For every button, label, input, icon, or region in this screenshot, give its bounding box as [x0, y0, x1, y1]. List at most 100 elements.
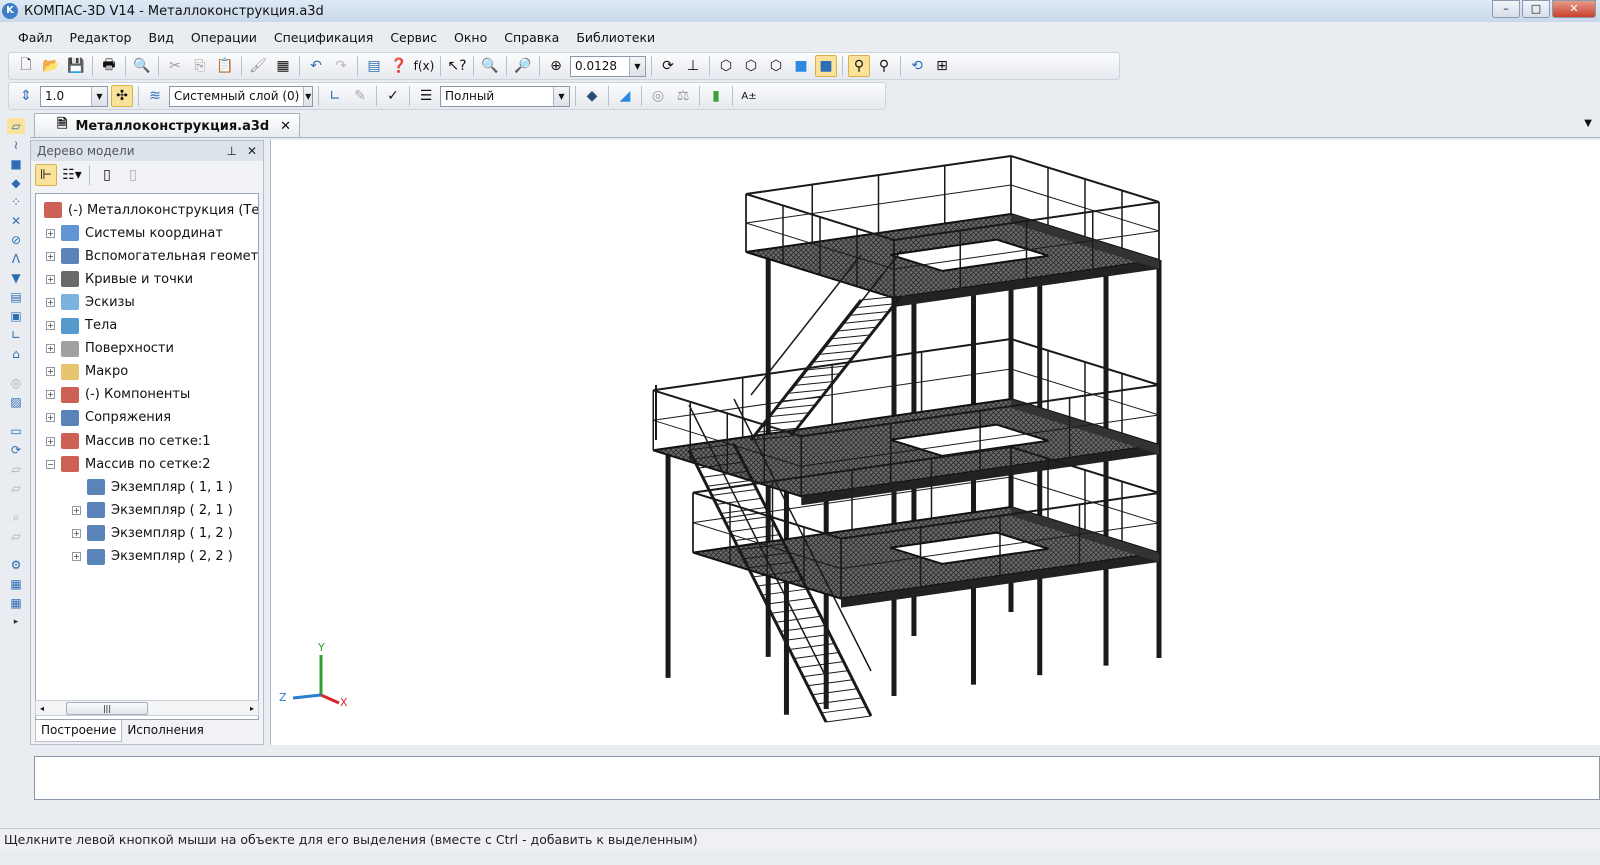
expand-toggle-icon[interactable]: +: [46, 367, 55, 377]
steel-structure-model[interactable]: Y Z X: [271, 140, 1600, 745]
expand-toggle-icon[interactable]: +: [46, 251, 55, 261]
mates-icon[interactable]: ⊘: [7, 232, 25, 248]
close-tab-icon[interactable]: ✕: [280, 119, 291, 134]
orientation-icon[interactable]: ⊥: [682, 55, 704, 77]
close-panel-icon[interactable]: ✕: [247, 144, 257, 158]
color-icon[interactable]: ◢: [614, 85, 636, 107]
tabs-dropdown-icon[interactable]: ▼: [1584, 118, 1592, 129]
undo-icon[interactable]: ↶: [305, 55, 327, 77]
step-select[interactable]: 1.0 ▼: [40, 85, 108, 107]
rebuild-icon[interactable]: ⟲: [906, 55, 928, 77]
pin-icon[interactable]: ⊥: [226, 144, 236, 158]
tree-item[interactable]: (-) Металлоконструкция (Тел: [44, 200, 258, 220]
menu-edit[interactable]: Редактор: [70, 30, 132, 45]
hidden-lines-icon[interactable]: ⬡: [740, 55, 762, 77]
open-icon[interactable]: 📂: [40, 55, 62, 77]
surface-icon[interactable]: ◆: [7, 175, 25, 191]
tab-executions[interactable]: Исполнения: [122, 720, 209, 742]
check-icon[interactable]: ✓: [382, 85, 404, 107]
tree-item[interactable]: + Кривые и точки: [46, 269, 193, 289]
display-mode-select[interactable]: Полный ▼: [440, 85, 570, 107]
expand-toggle-icon[interactable]: +: [72, 552, 81, 561]
tree-item[interactable]: + Сопряжения: [46, 408, 171, 428]
maximize-button[interactable]: □: [1522, 0, 1550, 18]
tree-props-icon[interactable]: ▯: [96, 164, 118, 186]
tree-other-icon[interactable]: ▯: [122, 164, 144, 186]
tree-structure-icon[interactable]: ☷▾: [61, 164, 83, 186]
tree-view-icon[interactable]: ⊩: [35, 164, 57, 186]
collision-icon[interactable]: ▱: [7, 461, 25, 477]
section-icon[interactable]: ▮: [705, 85, 727, 107]
filter-icon[interactable]: ⚲: [873, 55, 895, 77]
properties-command-area[interactable]: [34, 756, 1600, 800]
tree-item[interactable]: + Системы координат: [46, 223, 223, 243]
tree-horizontal-scrollbar[interactable]: ◂ ||| ▸: [35, 700, 259, 716]
assembly-icon[interactable]: ▱: [7, 480, 25, 496]
expand-toolbar-icon[interactable]: ▸: [7, 614, 25, 630]
tree-item[interactable]: + Экземпляр ( 2, 2 ): [72, 547, 233, 567]
layer-select[interactable]: Системный слой (0) ▼: [169, 85, 313, 107]
report-icon[interactable]: ▣: [7, 308, 25, 324]
expand-toggle-icon[interactable]: +: [46, 321, 55, 330]
spec-icon[interactable]: ▤: [7, 289, 25, 305]
dimension-icon[interactable]: A±: [738, 85, 760, 107]
format-brush-icon[interactable]: 🖌: [247, 55, 269, 77]
material-icon[interactable]: ◆: [581, 85, 603, 107]
expand-toggle-icon[interactable]: +: [46, 413, 55, 423]
expand-toggle-icon[interactable]: +: [46, 390, 55, 400]
shaded-icon[interactable]: ■: [790, 55, 812, 77]
tree-item[interactable]: + Поверхности: [46, 339, 174, 359]
mass-icon[interactable]: ⚖: [672, 85, 694, 107]
scroll-left-icon[interactable]: ◂: [40, 704, 44, 713]
preview-icon[interactable]: 🔍: [131, 55, 153, 77]
tree-item[interactable]: + Макро: [46, 362, 128, 382]
save-icon[interactable]: 💾: [65, 55, 87, 77]
aux-geometry-icon[interactable]: ✕: [7, 213, 25, 229]
document-tab[interactable]: 🗎 Металлоконструкция.a3d ✕: [34, 113, 300, 138]
rotate-icon[interactable]: ⟳: [657, 55, 679, 77]
parametric-icon[interactable]: ⚙: [7, 557, 25, 573]
minimize-button[interactable]: –: [1492, 0, 1520, 18]
copy-icon[interactable]: ⎘: [189, 55, 211, 77]
menu-help[interactable]: Справка: [504, 30, 559, 45]
sheet-metal-icon[interactable]: ⌂: [7, 346, 25, 362]
select-filter-icon[interactable]: ⚲: [848, 55, 870, 77]
filter-tool-icon[interactable]: ▼: [7, 270, 25, 286]
local-cs-icon[interactable]: ∟: [324, 85, 346, 107]
catalog-icon[interactable]: ▦: [7, 576, 25, 592]
scroll-right-icon[interactable]: ▸: [250, 704, 254, 713]
zoom-value-select[interactable]: 0.0128 ▼: [570, 55, 646, 77]
zoom-in-icon[interactable]: ⊕: [545, 55, 567, 77]
edit-icon[interactable]: ✎: [349, 85, 371, 107]
tree-item[interactable]: Экземпляр ( 1, 1 ): [72, 477, 233, 497]
expand-toggle-icon[interactable]: +: [72, 505, 81, 515]
measure-tool-icon[interactable]: Λ: [7, 251, 25, 267]
hidden-thin-icon[interactable]: ⬡: [765, 55, 787, 77]
shaded-edges-icon[interactable]: ■: [815, 55, 837, 77]
move-component-icon[interactable]: ▭: [7, 423, 25, 439]
tree-item[interactable]: + Экземпляр ( 2, 1 ): [72, 500, 233, 520]
menu-service[interactable]: Сервис: [390, 30, 437, 45]
tree-item[interactable]: + Массив по сетке:1: [46, 431, 211, 451]
solid-icon[interactable]: ■: [7, 156, 25, 172]
tree-item[interactable]: + (-) Компоненты: [46, 385, 190, 405]
manager-icon[interactable]: ▤: [363, 55, 385, 77]
library-icon[interactable]: ▱: [7, 528, 25, 544]
help-pointer-icon[interactable]: ↖?: [446, 55, 468, 77]
array-icon[interactable]: ⁘: [7, 194, 25, 210]
menu-specification[interactable]: Спецификация: [274, 30, 373, 45]
variables-icon[interactable]: ❓: [388, 55, 410, 77]
cut-icon[interactable]: ✂: [164, 55, 186, 77]
function-icon[interactable]: f(x): [413, 55, 435, 77]
diagnostics-icon[interactable]: ∟: [7, 327, 25, 343]
paste-icon[interactable]: 📋: [214, 55, 236, 77]
tree-item[interactable]: + Экземпляр ( 1, 2 ): [72, 523, 233, 543]
close-button[interactable]: ✕: [1552, 0, 1596, 18]
list-icon[interactable]: ☰: [415, 85, 437, 107]
menu-libraries[interactable]: Библиотеки: [576, 30, 655, 45]
print-icon[interactable]: 🖶: [98, 55, 120, 77]
step-icon[interactable]: ⇕: [15, 85, 37, 107]
menu-window[interactable]: Окно: [454, 30, 487, 45]
tree-item[interactable]: + Вспомогательная геомет: [46, 246, 258, 266]
3d-viewport[interactable]: Y Z X: [270, 140, 1600, 745]
